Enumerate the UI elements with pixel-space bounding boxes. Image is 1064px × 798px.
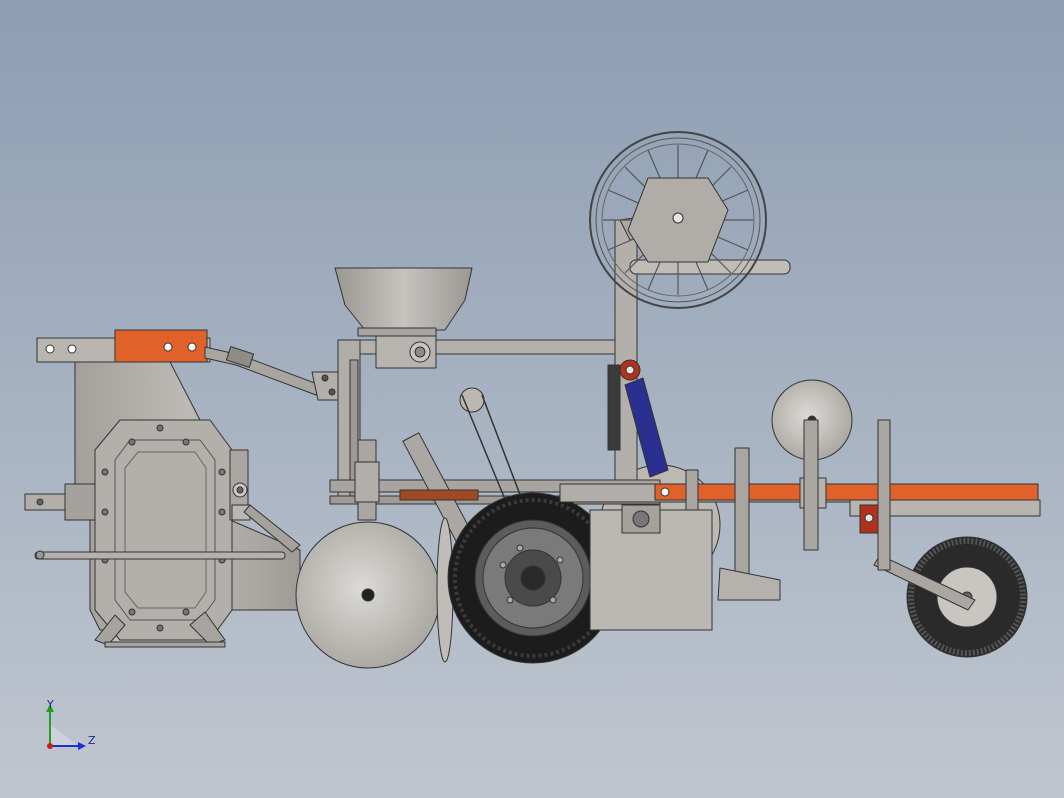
planter-assembly-model[interactable] (0, 0, 1064, 798)
cad-graphics-area[interactable]: Y Z (0, 0, 1064, 798)
press-wheel (859, 419, 1028, 658)
row-marker-disc (771, 379, 853, 551)
triad-y-label: Y (46, 698, 54, 711)
triad-z-label: Z (88, 734, 96, 747)
orientation-triad: Y Z (46, 698, 96, 750)
film-reel-wheel (589, 131, 767, 309)
furrow-opener-disc (295, 439, 441, 669)
tiller-housing (74, 361, 301, 648)
